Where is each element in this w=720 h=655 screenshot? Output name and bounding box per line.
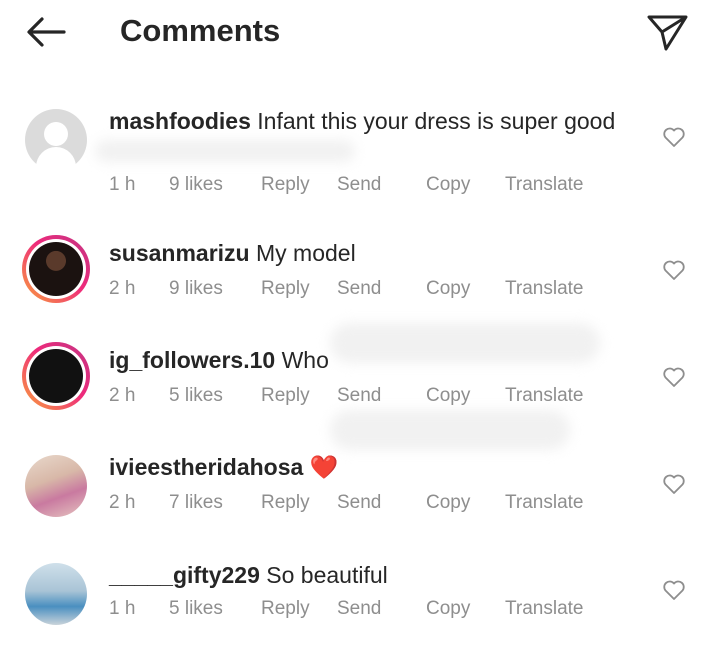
copy-button[interactable]: Copy <box>426 173 470 197</box>
comment-text: My model <box>256 240 356 266</box>
copy-button[interactable]: Copy <box>426 491 470 515</box>
comment-item: mashfoodies Infant this your dress is su… <box>0 100 720 200</box>
comment-time: 1 h <box>109 174 136 195</box>
likes-count[interactable]: 7 likes <box>169 491 223 515</box>
translate-button[interactable]: Translate <box>505 384 584 408</box>
translate-button[interactable]: Translate <box>505 597 584 621</box>
comment-text: Who <box>281 347 329 373</box>
avatar[interactable] <box>25 455 87 517</box>
comment-item: ivieestheridahosa ❤️ 2 h 7 likes Reply S… <box>0 447 720 547</box>
likes-count[interactable]: 5 likes <box>169 597 223 621</box>
redaction-smudge <box>330 410 570 450</box>
avatar[interactable] <box>25 109 87 171</box>
comment-time: 2 h <box>109 492 136 513</box>
comment-text: Infant this your dress is super good <box>257 108 616 134</box>
reply-button[interactable]: Reply <box>261 173 310 197</box>
heart-icon[interactable] <box>662 126 686 148</box>
send-button[interactable]: Send <box>337 491 381 515</box>
comment-time: 2 h <box>109 278 136 299</box>
send-button[interactable]: Send <box>337 597 381 621</box>
arrow-left-icon[interactable] <box>22 12 70 52</box>
heart-icon[interactable] <box>662 259 686 281</box>
send-button[interactable]: Send <box>337 173 381 197</box>
comment-item: susanmarizu My model 2 h 9 likes Reply S… <box>0 233 720 363</box>
send-button[interactable]: Send <box>337 384 381 408</box>
reply-button[interactable]: Reply <box>261 277 310 301</box>
copy-button[interactable]: Copy <box>426 597 470 621</box>
reply-button[interactable]: Reply <box>261 491 310 515</box>
redaction-smudge <box>95 140 355 162</box>
translate-button[interactable]: Translate <box>505 173 584 197</box>
translate-button[interactable]: Translate <box>505 277 584 301</box>
copy-button[interactable]: Copy <box>426 277 470 301</box>
copy-button[interactable]: Copy <box>426 384 470 408</box>
comment-item: _____gifty229 So beautiful 1 h 5 likes R… <box>0 555 720 655</box>
comment-item: ig_followers.10 Who 2 h 5 likes Reply Se… <box>0 340 720 450</box>
comment-username[interactable]: mashfoodies <box>109 108 251 134</box>
heart-emoji: ❤️ <box>309 454 339 480</box>
likes-count[interactable]: 9 likes <box>169 173 223 197</box>
heart-icon[interactable] <box>662 366 686 388</box>
comment-text: So beautiful <box>266 562 388 588</box>
avatar[interactable] <box>25 563 87 625</box>
heart-icon[interactable] <box>662 473 686 495</box>
comment-time: 2 h <box>109 385 136 406</box>
comment-username[interactable]: susanmarizu <box>109 240 250 266</box>
comment-username[interactable]: ivieestheridahosa <box>109 454 303 480</box>
paper-plane-icon[interactable] <box>642 8 692 54</box>
page-title: Comments <box>120 13 281 48</box>
send-button[interactable]: Send <box>337 277 381 301</box>
comment-time: 1 h <box>109 598 136 619</box>
likes-count[interactable]: 5 likes <box>169 384 223 408</box>
avatar[interactable] <box>22 342 90 410</box>
heart-icon[interactable] <box>662 579 686 601</box>
comment-username[interactable]: ig_followers.10 <box>109 347 275 373</box>
header-bar: Comments <box>0 0 720 64</box>
reply-button[interactable]: Reply <box>261 597 310 621</box>
likes-count[interactable]: 9 likes <box>169 277 223 301</box>
reply-button[interactable]: Reply <box>261 384 310 408</box>
translate-button[interactable]: Translate <box>505 491 584 515</box>
avatar[interactable] <box>22 235 90 303</box>
comment-username[interactable]: _____gifty229 <box>109 562 260 588</box>
